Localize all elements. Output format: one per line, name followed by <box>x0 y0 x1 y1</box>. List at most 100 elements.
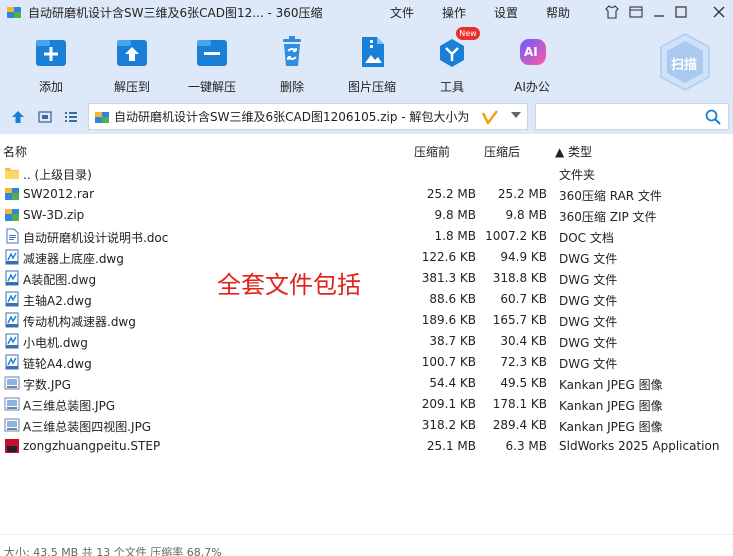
maximize-icon[interactable] <box>672 3 690 21</box>
step-icon <box>4 438 20 454</box>
file-name: 链轮A4.dwg <box>23 357 92 371</box>
file-name: 字数.JPG <box>23 378 71 392</box>
list-item[interactable]: 小电机.dwg 38.7 KB 30.4 KB DWG 文件 <box>0 331 733 352</box>
file-compressed-size: 178.1 KB <box>492 397 547 411</box>
list-item[interactable]: A装配图.dwg 381.3 KB 318.8 KB DWG 文件 <box>0 268 733 289</box>
file-size: 318.2 KB <box>421 418 476 432</box>
delete-button[interactable]: 删除 <box>256 34 328 94</box>
file-compressed-size: 72.3 KB <box>500 355 547 369</box>
path-bar[interactable]: 自动研磨机设计含SW三维及6张CAD图1206105.zip - 解包大小为 6… <box>88 103 528 130</box>
tools-button[interactable]: 工具 <box>416 34 488 94</box>
scan-button[interactable]: 扫描 <box>657 32 713 94</box>
minimize-icon[interactable] <box>650 3 668 21</box>
image-compress-button[interactable]: 图片压缩 <box>336 34 408 94</box>
jpg-icon <box>4 375 20 391</box>
dwg-icon <box>4 291 20 307</box>
one-click-extract-button[interactable]: 一键解压 <box>176 34 248 94</box>
app-logo-icon <box>6 4 22 20</box>
file-type: DWG 文件 <box>559 357 618 371</box>
file-name: A装配图.dwg <box>23 273 97 287</box>
list-item[interactable]: 主轴A2.dwg 88.6 KB 60.7 KB DWG 文件 <box>0 289 733 310</box>
dwg-icon <box>4 312 20 328</box>
status-bar: 大小: 43.5 MB 共 13 个文件 压缩率 68.7% <box>0 534 733 556</box>
file-type: Kankan JPEG 图像 <box>559 399 663 413</box>
dwg-icon <box>4 270 20 286</box>
menu-dropdown-icon[interactable] <box>627 3 645 21</box>
column-compressed-size[interactable]: 压缩后 <box>484 143 520 160</box>
file-size: 88.6 KB <box>429 292 476 306</box>
extract-to-icon <box>114 34 150 70</box>
file-compressed-size: 25.2 MB <box>497 187 547 201</box>
list-item[interactable]: 链轮A4.dwg 100.7 KB 72.3 KB DWG 文件 <box>0 352 733 373</box>
menu-file[interactable]: 文件 <box>390 0 414 24</box>
file-size: 122.6 KB <box>421 250 476 264</box>
file-type: DWG 文件 <box>559 252 618 266</box>
zip-icon <box>4 207 20 223</box>
image-compress-label: 图片压缩 <box>347 80 396 94</box>
address-row: 自动研磨机设计含SW三维及6张CAD图1206105.zip - 解包大小为 6… <box>0 100 733 134</box>
extract-to-button[interactable]: 解压到 <box>96 34 168 94</box>
file-size: 25.2 MB <box>426 187 476 201</box>
delete-label: 删除 <box>279 80 304 94</box>
close-icon[interactable] <box>710 3 728 21</box>
delete-icon <box>274 34 310 70</box>
add-button[interactable]: 添加 <box>15 34 87 94</box>
chevron-down-icon[interactable] <box>511 112 521 118</box>
menu-help[interactable]: 帮助 <box>546 0 570 24</box>
list-item[interactable]: A三维总装图四视图.JPG 318.2 KB 289.4 KB Kankan JPEG… <box>0 415 733 436</box>
file-name: 小电机.dwg <box>23 336 88 350</box>
file-type: 360压缩 RAR 文件 <box>559 189 662 203</box>
menu-settings[interactable]: 设置 <box>494 0 518 24</box>
list-item[interactable]: zongzhuangpeitu.STEP 25.1 MB 6.3 MB SldWork… <box>0 436 733 457</box>
list-item[interactable]: A三维总装图.JPG 209.1 KB 178.1 KB Kankan JPEG 图像 <box>0 394 733 415</box>
ai-office-icon: AI <box>514 34 550 70</box>
search-input[interactable] <box>540 104 700 128</box>
ai-office-label: AI办公 <box>514 80 550 94</box>
file-size: 38.7 KB <box>429 334 476 348</box>
file-compressed-size: 30.4 KB <box>500 334 547 348</box>
thumbnail-view-icon[interactable] <box>36 108 54 126</box>
file-type: 360压缩 ZIP 文件 <box>559 210 657 224</box>
new-badge: New <box>456 27 480 40</box>
file-compressed-size: 6.3 MB <box>505 439 547 453</box>
overlay-annotation: 全套文件包括 <box>217 271 361 299</box>
file-name: SW2012.rar <box>23 187 95 201</box>
file-type: Kankan JPEG 图像 <box>559 420 663 434</box>
list-item[interactable]: 传动机构减速器.dwg 189.6 KB 165.7 KB DWG 文件 <box>0 310 733 331</box>
extract-to-label: 解压到 <box>113 80 150 94</box>
menu-operation[interactable]: 操作 <box>442 0 466 24</box>
file-size: 189.6 KB <box>421 313 476 327</box>
file-name: 主轴A2.dwg <box>23 294 92 308</box>
file-size: 25.1 MB <box>426 439 476 453</box>
file-name: zongzhuangpeitu.STEP <box>23 439 161 453</box>
column-name[interactable]: 名称 <box>3 143 27 160</box>
file-compressed-size: 9.8 MB <box>505 208 547 222</box>
checkmark-icon <box>481 109 499 125</box>
file-name: SW-3D.zip <box>23 208 85 222</box>
list-item[interactable]: SW2012.rar 25.2 MB 25.2 MB 360压缩 RAR 文件 <box>0 184 733 205</box>
file-list: .. (上级目录) 文件夹 SW2012.rar 25.2 MB 25.2 MB 360压… <box>0 163 733 457</box>
column-size[interactable]: 压缩前 <box>414 143 450 160</box>
file-type: DWG 文件 <box>559 336 618 350</box>
file-size: 54.4 KB <box>429 376 476 390</box>
search-icon[interactable] <box>705 109 721 125</box>
list-item[interactable]: SW-3D.zip 9.8 MB 9.8 MB 360压缩 ZIP 文件 <box>0 205 733 226</box>
file-type: DWG 文件 <box>559 273 618 287</box>
list-item[interactable]: 字数.JPG 54.4 KB 49.5 KB Kankan JPEG 图像 <box>0 373 733 394</box>
list-item[interactable]: 自动研磨机设计说明书.doc 1.8 MB 1007.2 KB DOC 文档 <box>0 226 733 247</box>
list-item[interactable]: .. (上级目录) 文件夹 <box>0 163 733 184</box>
skin-icon[interactable] <box>603 3 621 21</box>
file-type: Kankan JPEG 图像 <box>559 378 663 392</box>
title-bar: 自动研磨机设计含SW三维及6张CAD图12... - 360压缩 <box>0 0 733 24</box>
column-type[interactable]: ▲ 类型 <box>555 143 592 160</box>
file-compressed-size: 289.4 KB <box>492 418 547 432</box>
list-item[interactable]: 减速器上底座.dwg 122.6 KB 94.9 KB DWG 文件 <box>0 247 733 268</box>
ai-office-button[interactable]: AI AI办公 <box>496 34 568 94</box>
file-name: A三维总装图四视图.JPG <box>23 420 152 434</box>
dwg-icon <box>4 333 20 349</box>
list-view-icon[interactable] <box>62 108 80 126</box>
file-compressed-size: 60.7 KB <box>500 292 547 306</box>
image-compress-icon <box>354 34 390 70</box>
up-arrow-icon[interactable] <box>9 108 27 126</box>
file-compressed-size: 318.8 KB <box>492 271 547 285</box>
